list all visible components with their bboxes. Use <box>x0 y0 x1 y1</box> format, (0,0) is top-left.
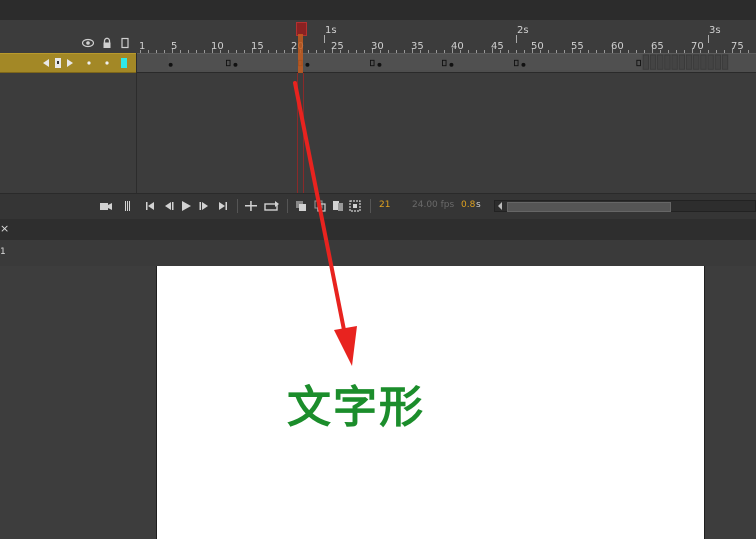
outline-icon[interactable] <box>119 37 131 49</box>
lock-icon[interactable] <box>101 37 113 49</box>
timeline-options-icon[interactable] <box>121 199 135 213</box>
layer-row-selected[interactable] <box>0 53 137 73</box>
stage-text-object[interactable]: 文字形 <box>287 371 425 435</box>
empty-frame-cell <box>700 54 707 70</box>
ruler-frame-label: 45 <box>491 41 504 52</box>
ruler-frame-labels: 151015202530354045505560657075 <box>139 41 744 52</box>
ruler-second-label: 2s <box>517 25 529 36</box>
scroll-left-arrow-icon[interactable] <box>497 201 503 214</box>
ruler-second-marker <box>516 35 517 43</box>
empty-frame-cell <box>707 54 714 70</box>
divider <box>287 199 288 213</box>
ruler-frame-label: 30 <box>371 41 384 52</box>
go-to-last-frame-icon[interactable] <box>216 199 230 213</box>
go-to-first-frame-icon[interactable] <box>143 199 157 213</box>
empty-frame-cell <box>664 54 671 70</box>
ruler-second-marker <box>324 35 325 43</box>
ruler-frame-label: 60 <box>611 41 624 52</box>
keyframe-nav-icon <box>43 58 73 68</box>
empty-frames <box>642 54 729 70</box>
ruler-frame-label: 25 <box>331 41 344 52</box>
empty-frame-cell <box>693 54 700 70</box>
elapsed-time-unit: s <box>476 200 481 210</box>
ruler-frame-label: 40 <box>451 41 464 52</box>
playhead-line <box>297 73 304 193</box>
edit-bar: 1 <box>0 240 756 266</box>
stage-canvas[interactable]: 文字形 <box>156 266 705 539</box>
scene-label[interactable]: 1 <box>0 247 6 257</box>
timeline-horizontal-scrollbar[interactable] <box>494 200 756 212</box>
ruler-frame-label: 35 <box>411 41 424 52</box>
empty-frame-cell <box>642 54 649 70</box>
playhead-frame-highlight <box>298 34 303 73</box>
ruler-frame-label: 10 <box>211 41 224 52</box>
elapsed-time-value[interactable]: 0.8 <box>461 200 475 210</box>
timeline-empty-area <box>0 73 756 193</box>
ruler-frame-label: 5 <box>171 41 177 52</box>
ruler-frame-label: 15 <box>251 41 264 52</box>
empty-frame-cell <box>721 54 729 70</box>
ruler-second-label: 1s <box>325 25 337 36</box>
onion-skin-icon[interactable] <box>294 199 308 213</box>
edit-multiple-frames-icon[interactable] <box>331 199 345 213</box>
eye-icon[interactable] <box>81 37 95 49</box>
lock-dot-icon <box>105 61 109 65</box>
divider <box>237 199 238 213</box>
loop-icon[interactable] <box>264 199 279 213</box>
onion-skin-outlines-icon[interactable] <box>313 199 327 213</box>
ruler-second-label: 3s <box>709 25 721 36</box>
ruler-frame-label: 70 <box>691 41 704 52</box>
ruler-second-marker <box>708 35 709 43</box>
timeline-controls: 21 24.00 fps 0.8 s <box>0 193 756 219</box>
ruler-frame-label: 1 <box>139 41 145 52</box>
empty-frame-cell <box>671 54 678 70</box>
current-frame-value[interactable]: 21 <box>379 200 390 210</box>
step-forward-icon[interactable] <box>197 199 211 213</box>
close-tab-icon[interactable]: × <box>0 222 9 235</box>
scrollbar-thumb[interactable] <box>507 202 671 212</box>
ruler-frame-label: 75 <box>731 41 744 52</box>
center-frame-icon[interactable] <box>244 199 258 213</box>
empty-frame-cell <box>678 54 685 70</box>
ruler-frame-label: 55 <box>571 41 584 52</box>
empty-frame-cell <box>714 54 721 70</box>
empty-frame-cell <box>685 54 693 70</box>
frame-ruler[interactable]: 151015202530354045505560657075 1s2s3s <box>137 20 756 53</box>
modify-markers-icon[interactable] <box>348 199 362 213</box>
empty-frame-cell <box>649 54 657 70</box>
frame-rate-value[interactable]: 24.00 fps <box>412 200 454 210</box>
camera-icon[interactable] <box>99 199 113 213</box>
divider <box>370 199 371 213</box>
panel-top-strip <box>0 0 756 21</box>
visibility-dot-icon <box>87 61 91 65</box>
ruler-frame-label: 50 <box>531 41 544 52</box>
ruler-frame-label: 65 <box>651 41 664 52</box>
layer-separator <box>136 53 137 193</box>
outline-color-icon <box>121 58 127 68</box>
play-icon[interactable] <box>179 199 193 213</box>
document-tab-bar: × <box>0 219 756 241</box>
step-back-icon[interactable] <box>162 199 176 213</box>
layer-frames[interactable] <box>137 53 756 73</box>
layer-header-icons <box>0 20 137 53</box>
empty-frame-cell <box>657 54 664 70</box>
